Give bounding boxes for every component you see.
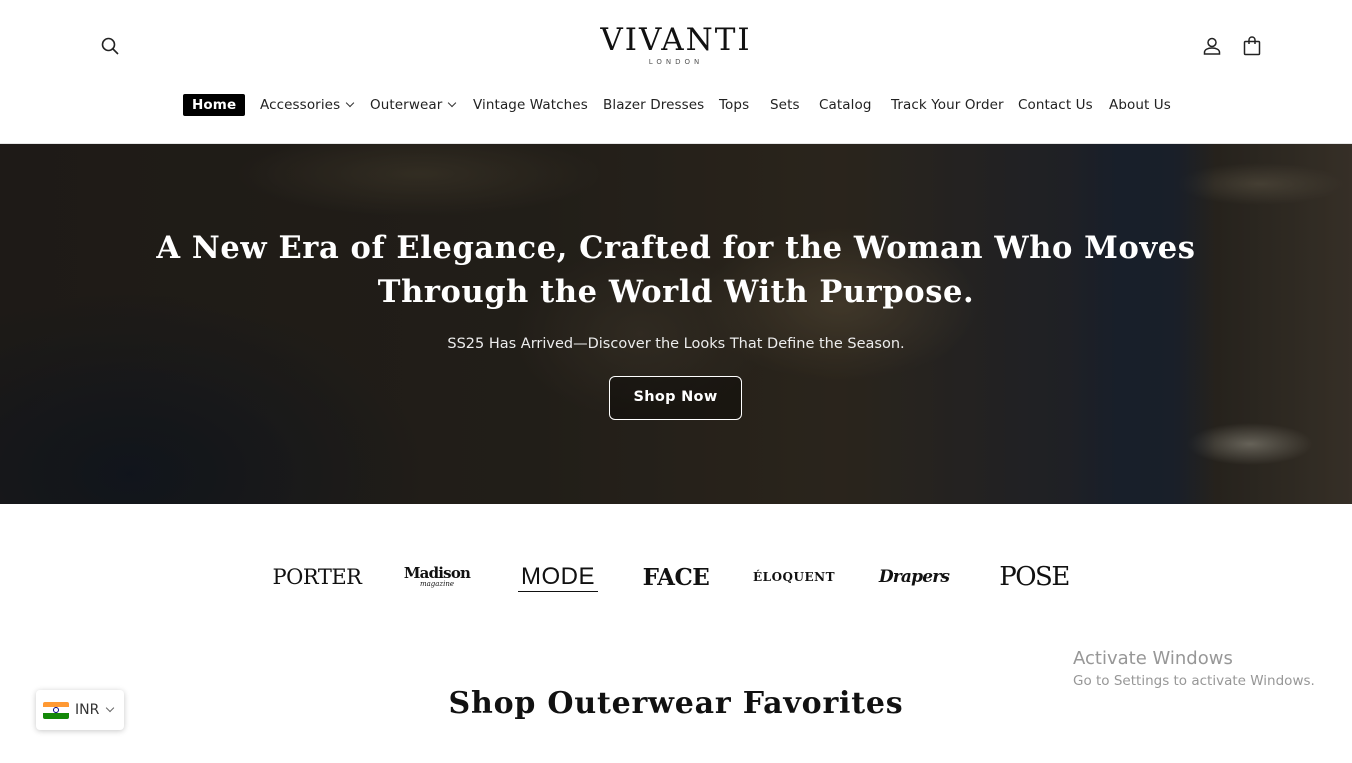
nav-item-sets[interactable]: Sets xyxy=(770,94,800,116)
press-logo-porter: PORTER xyxy=(272,565,362,589)
nav-item-label: Outerwear xyxy=(370,97,443,113)
brand-name: VIVANTI xyxy=(600,22,752,58)
cart-icon[interactable] xyxy=(1240,34,1264,58)
press-logo-face: FACE xyxy=(642,563,710,591)
nav-item-track-your-order[interactable]: Track Your Order xyxy=(891,94,1004,116)
nav-item-label: Sets xyxy=(770,97,800,113)
press-logo-sub: magazine xyxy=(419,580,455,588)
nav-item-label: Tops xyxy=(719,97,750,113)
search-icon[interactable] xyxy=(98,34,122,58)
press-logos: PORTER Madison magazine MODE FACE ÉLOQUE… xyxy=(0,504,1352,644)
press-logo-mode: MODE xyxy=(518,562,598,592)
press-logo-eloquent: ÉLOQUENT xyxy=(753,570,835,584)
brand-logo[interactable]: VIVANTI LONDON xyxy=(576,22,776,66)
nav-item-tops[interactable]: Tops xyxy=(719,94,749,116)
nav-item-label: Track Your Order xyxy=(891,97,1004,113)
section-title: Shop Outerwear Favorites xyxy=(448,686,904,721)
activate-windows-watermark: Activate Windows Go to Settings to activ… xyxy=(1073,647,1315,691)
india-flag-icon xyxy=(43,701,69,719)
nav-item-label: Home xyxy=(192,97,237,113)
hero-banner: A New Era of Elegance, Crafted for the W… xyxy=(0,144,1352,504)
nav-item-label: About Us xyxy=(1109,97,1171,113)
press-logo-name: Madison xyxy=(403,564,471,582)
press-logo-drapers: Drapers xyxy=(878,567,950,587)
nav-item-about-us[interactable]: About Us xyxy=(1109,94,1171,116)
nav-item-accessories[interactable]: Accessories xyxy=(260,94,355,116)
nav-item-blazer-dresses[interactable]: Blazer Dresses xyxy=(603,94,704,116)
currency-selector[interactable]: INR xyxy=(36,690,124,730)
watermark-title: Activate Windows xyxy=(1073,648,1233,669)
chevron-down-icon xyxy=(106,703,115,713)
site-header: VIVANTI LONDON Home Accessories Outerwea… xyxy=(0,0,1352,144)
nav-item-label: Blazer Dresses xyxy=(603,97,705,113)
nav-item-label: Accessories xyxy=(260,97,341,113)
nav-item-vintage-watches[interactable]: Vintage Watches xyxy=(473,94,588,116)
watermark-subtitle: Go to Settings to activate Windows. xyxy=(1073,673,1315,689)
nav-item-label: Contact Us xyxy=(1018,97,1093,113)
press-logo-madison: Madison magazine xyxy=(403,560,471,594)
hero-title: A New Era of Elegance, Crafted for the W… xyxy=(156,230,1196,310)
nav-item-outerwear[interactable]: Outerwear xyxy=(370,94,457,116)
nav-item-catalog[interactable]: Catalog xyxy=(819,94,872,116)
hero-overlay xyxy=(0,144,1352,504)
brand-location: LONDON xyxy=(648,58,704,66)
hero-subtitle: SS25 Has Arrived—Discover the Looks That… xyxy=(447,336,905,352)
shop-now-button[interactable]: Shop Now xyxy=(609,376,742,420)
currency-code: INR xyxy=(75,702,100,718)
nav-item-label: Vintage Watches xyxy=(473,97,588,113)
account-icon[interactable] xyxy=(1200,34,1224,58)
chevron-down-icon xyxy=(448,98,457,108)
nav-item-label: Catalog xyxy=(819,97,872,113)
press-logo-pose: POSE xyxy=(999,562,1070,592)
nav-item-home[interactable]: Home xyxy=(183,94,246,116)
nav-item-contact-us[interactable]: Contact Us xyxy=(1018,94,1093,116)
chevron-down-icon xyxy=(345,98,355,108)
main-nav: Home Accessories Outerwear Vintage Watch… xyxy=(0,94,1352,118)
